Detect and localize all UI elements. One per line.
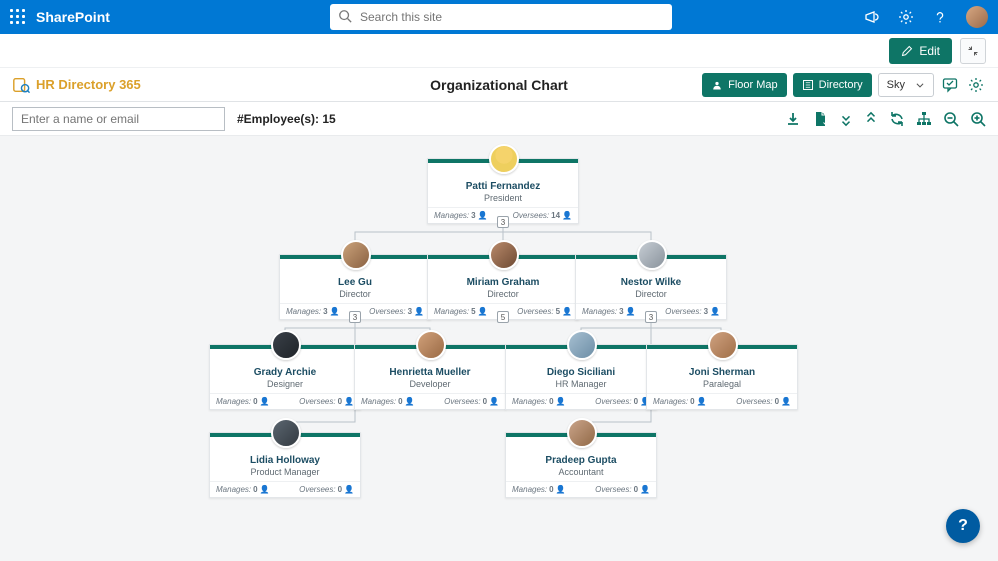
child-count-badge[interactable]: 3 [349, 311, 361, 323]
org-node[interactable]: Grady ArchieDesigner Manages: 0 👤Oversee… [209, 344, 361, 410]
help-icon[interactable] [932, 9, 948, 25]
collapse-level-icon[interactable] [864, 111, 878, 127]
app-launcher-icon[interactable] [10, 9, 26, 25]
product-title: SharePoint [36, 9, 110, 25]
logo-icon [12, 76, 30, 94]
feedback-icon[interactable] [940, 75, 960, 95]
child-count-badge[interactable]: 5 [497, 311, 509, 323]
org-node[interactable]: Henrietta MuellerDeveloper Manages: 0 👤O… [354, 344, 506, 410]
org-chart-canvas[interactable]: Patti FernandezPresident Manages: 3 👤Ove… [0, 136, 998, 561]
org-node[interactable]: Patti FernandezPresident Manages: 3 👤Ove… [427, 158, 579, 224]
download-icon[interactable] [785, 111, 801, 127]
zoom-out-icon[interactable] [943, 111, 959, 127]
fullscreen-toggle[interactable] [960, 38, 986, 64]
chevron-down-icon [915, 80, 925, 90]
avatar [341, 240, 371, 270]
edit-button[interactable]: Edit [889, 38, 952, 64]
help-fab[interactable]: ? [946, 509, 980, 543]
child-count-badge[interactable]: 3 [497, 216, 509, 228]
floor-map-button[interactable]: Floor Map [702, 73, 787, 97]
app-logo[interactable]: HR Directory 365 [12, 76, 141, 94]
avatar [271, 418, 301, 448]
name-search-input[interactable] [12, 107, 225, 131]
edit-label: Edit [919, 44, 940, 58]
export-pdf-icon[interactable] [812, 111, 828, 127]
org-node[interactable]: Joni ShermanParalegal Manages: 0 👤Overse… [646, 344, 798, 410]
expand-level-icon[interactable] [839, 111, 853, 127]
user-avatar[interactable] [966, 6, 988, 28]
org-node[interactable]: Pradeep GuptaAccountant Manages: 0 👤Over… [505, 432, 657, 498]
avatar [567, 418, 597, 448]
logo-text: HR Directory 365 [36, 77, 141, 92]
directory-button[interactable]: Directory [793, 73, 872, 97]
floorplan-icon [711, 79, 723, 91]
avatar [489, 240, 519, 270]
avatar [416, 330, 446, 360]
settings-gear-icon[interactable] [966, 75, 986, 95]
pencil-icon [901, 45, 913, 57]
zoom-in-icon[interactable] [970, 111, 986, 127]
avatar [489, 144, 519, 174]
avatar [271, 330, 301, 360]
org-node[interactable]: Lidia HollowayProduct Manager Manages: 0… [209, 432, 361, 498]
avatar [637, 240, 667, 270]
refresh-icon[interactable] [889, 111, 905, 127]
org-node[interactable]: Diego SicilianiHR Manager Manages: 0 👤Ov… [505, 344, 657, 410]
avatar [567, 330, 597, 360]
collapse-icon [967, 45, 979, 57]
search-icon [338, 9, 352, 23]
child-count-badge[interactable]: 3 [645, 311, 657, 323]
hierarchy-icon[interactable] [916, 111, 932, 127]
suite-search-input[interactable] [330, 4, 672, 30]
megaphone-icon[interactable] [864, 9, 880, 25]
employee-count: #Employee(s): 15 [237, 112, 336, 126]
theme-select[interactable]: Sky [878, 73, 934, 97]
gear-icon[interactable] [898, 9, 914, 25]
directory-icon [802, 79, 814, 91]
avatar [708, 330, 738, 360]
